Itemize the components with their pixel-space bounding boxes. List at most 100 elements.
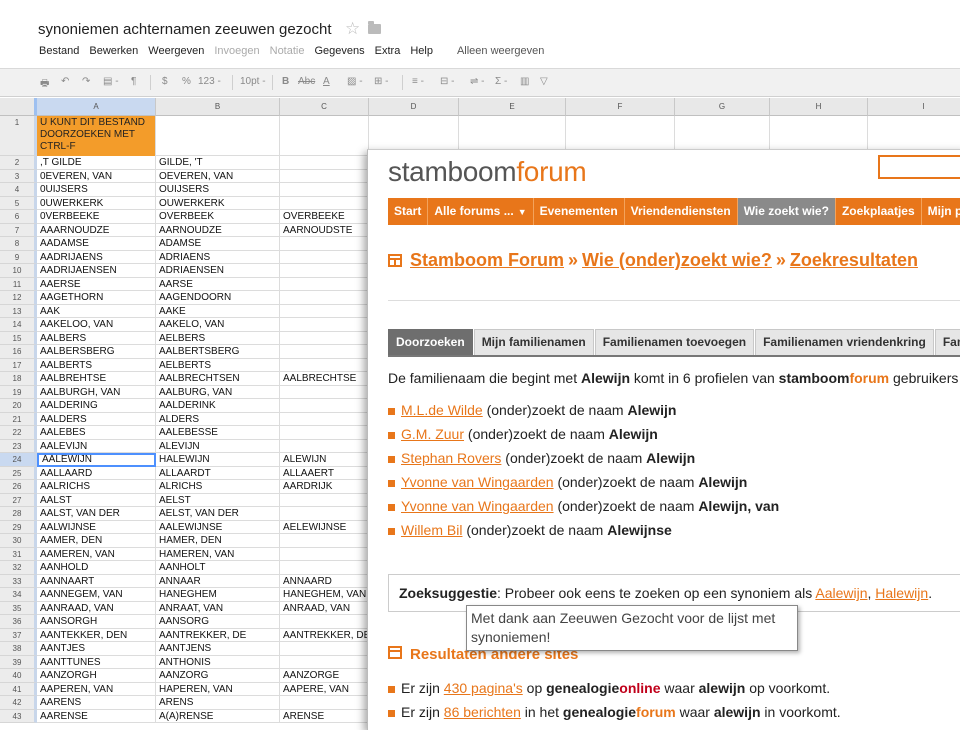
cell[interactable]: AELBERS — [156, 331, 280, 345]
cell[interactable]: HAPEREN, VAN — [156, 682, 280, 696]
column-header-i[interactable]: I — [868, 98, 960, 116]
row-number[interactable]: 28 — [0, 507, 37, 521]
cell[interactable]: AANTTUNES — [37, 655, 156, 669]
cell[interactable]: AELBERTS — [156, 358, 280, 372]
nav-item[interactable]: Zoekplaatjes — [836, 198, 922, 225]
cell[interactable]: AALWIJNSE — [37, 520, 156, 534]
row-number[interactable]: 27 — [0, 493, 37, 507]
cell[interactable] — [280, 426, 369, 440]
cell[interactable]: AADRIJAENS — [37, 250, 156, 264]
cell[interactable] — [280, 156, 369, 170]
nav-item[interactable]: Mijn p — [922, 198, 960, 225]
cell[interactable] — [280, 547, 369, 561]
cell[interactable]: OVERBEEKE — [280, 210, 369, 224]
nav-item[interactable]: Wie zoekt wie? — [737, 198, 836, 225]
site-logo[interactable]: stamboomforum — [388, 156, 587, 188]
menu-invoegen[interactable]: Invoegen — [214, 45, 259, 61]
cell[interactable]: AAPERE, VAN — [280, 682, 369, 696]
cell[interactable]: ANRAAD, VAN — [280, 601, 369, 615]
row-number[interactable]: 10 — [0, 264, 37, 278]
cell[interactable]: AALBURGH, VAN — [37, 385, 156, 399]
cell[interactable]: AALBERSBERG — [37, 345, 156, 359]
cell[interactable]: AANTREKKER, DE — [280, 628, 369, 642]
sum-button[interactable]: Σ - — [495, 76, 507, 87]
nav-item[interactable]: Evenementen — [534, 198, 625, 225]
cell[interactable]: AANTJES — [37, 642, 156, 656]
align-icon[interactable]: ≡ - — [412, 76, 424, 87]
column-header-a[interactable]: A — [37, 98, 156, 116]
cell[interactable]: HANEGHEM, VAN — [280, 588, 369, 602]
cell[interactable] — [280, 250, 369, 264]
breadcrumb-link[interactable]: Stamboom Forum — [410, 250, 564, 270]
cell[interactable]: AADAMSE — [37, 237, 156, 251]
cell[interactable] — [280, 385, 369, 399]
result-count-link[interactable]: 86 berichten — [444, 704, 521, 720]
chart-icon[interactable]: ▥ — [520, 76, 529, 87]
cell[interactable] — [280, 615, 369, 629]
cell[interactable]: AALBERTSBERG — [156, 345, 280, 359]
cell[interactable]: AALBERTS — [37, 358, 156, 372]
cell[interactable]: HAMEREN, VAN — [156, 547, 280, 561]
cell[interactable]: AARENS — [37, 696, 156, 710]
row-number[interactable]: 35 — [0, 601, 37, 615]
cell[interactable] — [280, 169, 369, 183]
cell[interactable]: ANTHONIS — [156, 655, 280, 669]
row-number[interactable]: 7 — [0, 223, 37, 237]
row-number[interactable]: 23 — [0, 439, 37, 453]
cell[interactable] — [280, 358, 369, 372]
row-number[interactable]: 20 — [0, 399, 37, 413]
row-number[interactable]: 16 — [0, 345, 37, 359]
row-number[interactable]: 37 — [0, 628, 37, 642]
cell[interactable]: AAK — [37, 304, 156, 318]
cell[interactable]: AALEBESSE — [156, 426, 280, 440]
cell[interactable] — [280, 412, 369, 426]
row-number[interactable]: 13 — [0, 304, 37, 318]
cell[interactable]: AALEWIJN — [37, 453, 156, 467]
paste-icon[interactable]: ▤ - — [103, 76, 119, 87]
menu-help[interactable]: Help — [410, 45, 433, 61]
cell[interactable] — [280, 331, 369, 345]
menu-bewerken[interactable]: Bewerken — [89, 45, 138, 61]
cell[interactable]: ALEVIJN — [156, 439, 280, 453]
cell[interactable]: AANHOLD — [37, 561, 156, 575]
cell[interactable]: AAERSE — [37, 277, 156, 291]
cell[interactable]: AANTEKKER, DEN — [37, 628, 156, 642]
cell[interactable]: ANNAARD — [280, 574, 369, 588]
breadcrumb-link[interactable]: Wie (onder)zoekt wie? — [582, 250, 772, 270]
row-number[interactable]: 32 — [0, 561, 37, 575]
cell[interactable] — [280, 345, 369, 359]
user-link[interactable]: M.L.de Wilde — [401, 402, 483, 418]
row-number[interactable]: 34 — [0, 588, 37, 602]
cell[interactable]: AAKE — [156, 304, 280, 318]
cell[interactable]: AALDERINK — [156, 399, 280, 413]
strikethrough-button[interactable]: Abc — [298, 76, 315, 87]
cell[interactable]: AELEWIJNSE — [280, 520, 369, 534]
cell[interactable]: AANZORG — [156, 669, 280, 683]
cell[interactable]: 0EVEREN, VAN — [37, 169, 156, 183]
cell[interactable]: ALLAARDT — [156, 466, 280, 480]
menu-bestand[interactable]: Bestand — [39, 45, 79, 61]
cell[interactable]: AALEVIJN — [37, 439, 156, 453]
cell[interactable] — [280, 561, 369, 575]
tab[interactable]: Doorzoeken — [388, 329, 473, 355]
cell[interactable] — [280, 507, 369, 521]
row-number[interactable]: 43 — [0, 709, 37, 723]
suggestion-link-halewijn[interactable]: Halewijn — [875, 585, 928, 601]
cell[interactable]: AANHOLT — [156, 561, 280, 575]
breadcrumb-link[interactable]: Zoekresultaten — [790, 250, 918, 270]
row-number[interactable]: 38 — [0, 642, 37, 656]
cell[interactable]: A(A)RENSE — [156, 709, 280, 723]
search-input[interactable] — [878, 155, 960, 179]
cell[interactable]: ADRIAENS — [156, 250, 280, 264]
column-header-h[interactable]: H — [770, 98, 868, 116]
user-link[interactable]: Willem Bil — [401, 522, 462, 538]
cell[interactable]: ARENSE — [280, 709, 369, 723]
row-number[interactable]: 29 — [0, 520, 37, 534]
cell[interactable]: ANNAAR — [156, 574, 280, 588]
menu-weergeven[interactable]: Weergeven — [148, 45, 204, 61]
cell[interactable] — [280, 237, 369, 251]
undo-icon[interactable]: ↶ — [61, 76, 69, 87]
cell[interactable] — [280, 439, 369, 453]
cell[interactable]: ADAMSE — [156, 237, 280, 251]
cell[interactable]: ALEWIJN — [280, 453, 369, 467]
